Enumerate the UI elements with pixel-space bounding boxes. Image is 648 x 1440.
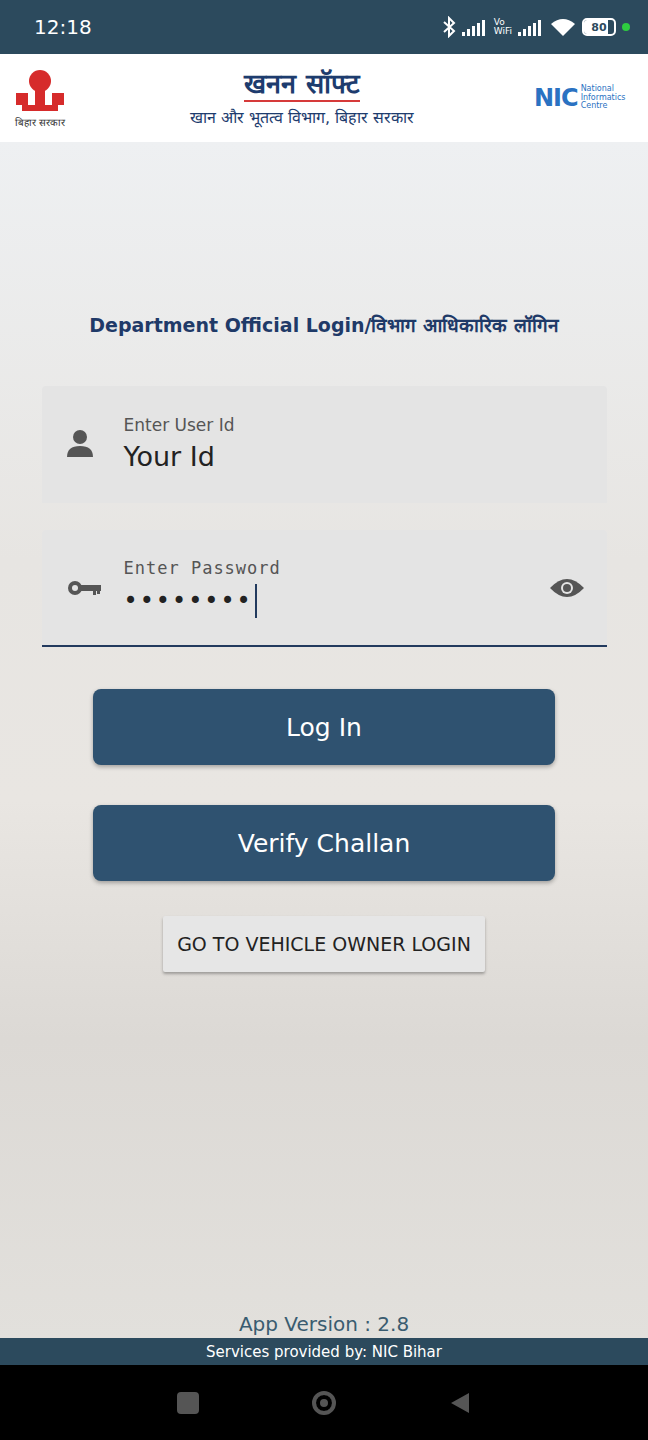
bluetooth-icon <box>442 16 456 38</box>
status-icons: VoWiFi 80 <box>442 16 630 38</box>
battery-icon: 80 <box>582 18 616 36</box>
app-version: App Version : 2.8 <box>239 1312 409 1336</box>
app-screen: 12:18 VoWiFi 80 बिहार सरकार खनन सॉफ्ट खा… <box>0 0 648 1440</box>
emblem-icon <box>14 67 66 115</box>
user-id-field[interactable]: Enter User Id Your Id <box>42 386 607 503</box>
eye-icon[interactable] <box>549 575 585 601</box>
app-subtitle: खान और भूतत्व विभाग, बिहार सरकार <box>190 106 415 128</box>
nic-logo: NIC NationalInformaticsCentre <box>534 84 638 112</box>
app-title: खनन सॉफ्ट <box>244 68 359 101</box>
back-icon[interactable] <box>449 1391 471 1415</box>
primary-button[interactable]: Log In <box>93 689 555 765</box>
app-header: बिहार सरकार खनन सॉफ्ट खान और भूतत्व विभा… <box>0 54 648 142</box>
status-bar: 12:18 VoWiFi 80 <box>0 0 648 54</box>
wifi-icon <box>550 17 576 37</box>
footer-bar: Services provided by: NIC Bihar <box>0 1338 648 1365</box>
primary-button[interactable]: Verify Challan <box>93 805 555 881</box>
recents-icon[interactable] <box>177 1392 199 1414</box>
navigation-bar <box>0 1365 648 1440</box>
privacy-dot-icon <box>622 23 630 31</box>
signal-icon <box>462 18 488 36</box>
login-title: Department Official Login/विभाग आधिकारिक… <box>89 312 558 338</box>
signal-icon <box>518 18 544 36</box>
login-area: Department Official Login/विभाग आधिकारिक… <box>0 142 648 1338</box>
header-title-block: खनन सॉफ्ट खान और भूतत्व विभाग, बिहार सरक… <box>190 68 415 127</box>
person-icon <box>66 429 102 459</box>
home-icon[interactable] <box>312 1391 336 1415</box>
status-time: 12:18 <box>34 15 92 39</box>
key-icon <box>66 578 102 598</box>
vehicle-owner-login-button[interactable]: GO TO VEHICLE OWNER LOGIN <box>163 916 485 972</box>
password-field[interactable]: Enter Password •••••••• <box>42 530 607 647</box>
bihar-emblem: बिहार सरकार <box>10 67 70 129</box>
vowifi-label: VoWiFi <box>494 18 512 36</box>
